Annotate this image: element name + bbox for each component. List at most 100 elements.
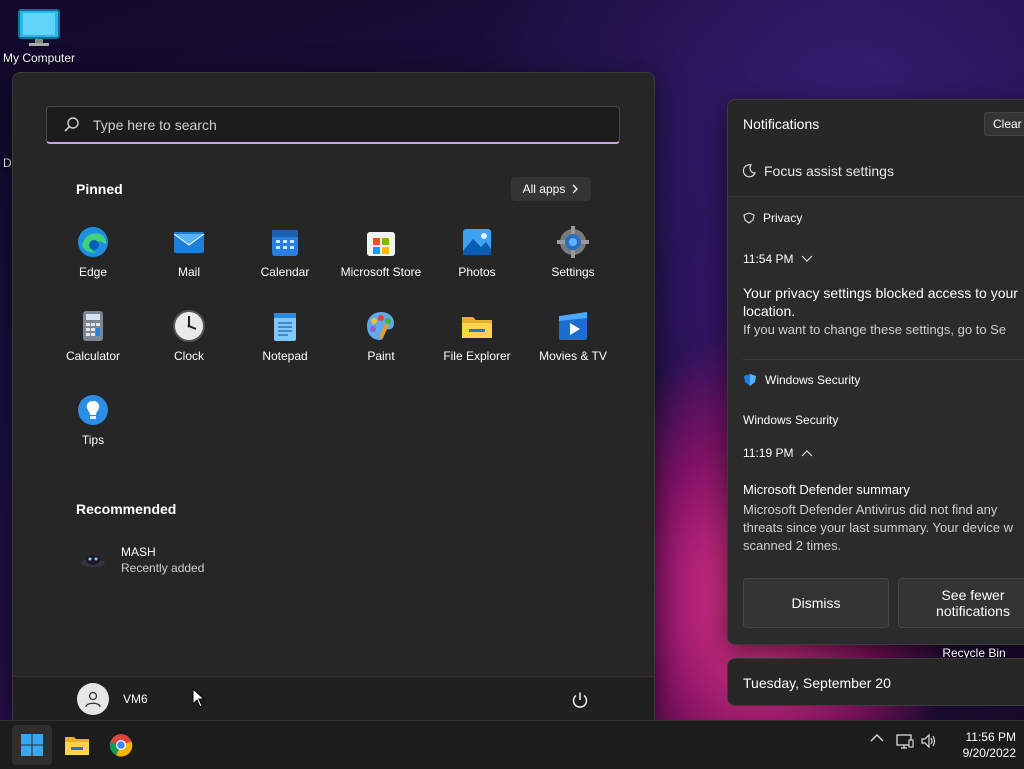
focus-assist-settings-link[interactable]: Focus assist settings — [742, 163, 894, 179]
app-label: Photos — [458, 265, 496, 279]
app-label: Clock — [173, 349, 204, 363]
see-fewer-notifications-button[interactable]: See fewer notifications — [898, 578, 1024, 628]
desktop-icon-my-computer[interactable]: My Computer — [0, 8, 78, 65]
clock-time: 11:56 PM — [965, 730, 1016, 744]
pinned-app-mail[interactable]: Mail — [141, 221, 237, 301]
mouse-cursor-icon — [192, 688, 206, 708]
clock-icon — [172, 309, 206, 343]
edge-icon — [76, 225, 110, 259]
taskbar-clock[interactable]: 11:56 PM 9/20/2022 — [944, 729, 1016, 761]
security-app-header: Windows Security — [743, 373, 860, 387]
chevron-up-icon — [870, 734, 884, 742]
store-icon — [364, 225, 398, 259]
show-hidden-icons-button[interactable] — [870, 733, 884, 743]
taskbar-chrome-button[interactable] — [101, 725, 141, 765]
notification-center: Notifications Clear a Focus assist setti… — [727, 99, 1024, 645]
start-menu: Pinned All apps Edge Mail Calendar — [12, 72, 655, 724]
notepad-icon — [268, 309, 302, 343]
privacy-heading-line2: location. — [743, 303, 796, 319]
notification-time: 11:54 PM — [743, 252, 794, 266]
start-button[interactable] — [12, 725, 52, 765]
chevron-right-icon — [572, 184, 579, 194]
privacy-app-name: Privacy — [763, 211, 803, 225]
search-icon — [64, 116, 79, 132]
security-group-label: Windows Security — [743, 413, 839, 427]
power-icon — [572, 692, 588, 708]
tips-icon — [76, 393, 110, 427]
divider — [743, 359, 1024, 360]
chevron-down-icon — [802, 255, 813, 262]
mash-app-icon — [81, 555, 105, 567]
user-account-button[interactable]: VM6 — [77, 683, 148, 715]
volume-button[interactable] — [920, 733, 938, 749]
privacy-app-header: Privacy — [743, 211, 802, 225]
app-label: File Explorer — [443, 349, 511, 363]
moon-icon — [742, 164, 756, 178]
security-group-title: Windows Security — [743, 413, 838, 427]
pinned-app-movies-tv[interactable]: Movies & TV — [525, 305, 621, 385]
notification-list: Privacy 11:54 PM Your privacy settings b… — [728, 196, 1024, 644]
focus-assist-label: Focus assist settings — [764, 163, 894, 179]
app-label: Settings — [551, 265, 595, 279]
security-time-row[interactable]: 11:19 PM — [743, 446, 813, 460]
pinned-app-settings[interactable]: Settings — [525, 221, 621, 301]
calculator-icon — [76, 309, 110, 343]
pinned-app-edge[interactable]: Edge — [45, 221, 141, 301]
folder-icon — [65, 737, 89, 755]
recommended-item-mash[interactable]: MASH Recently added — [79, 545, 204, 575]
privacy-body: If you want to change these settings, go… — [743, 322, 1007, 337]
see-fewer-label-line1: See fewer — [941, 587, 1005, 603]
dismiss-button[interactable]: Dismiss — [743, 578, 889, 628]
app-label: Calendar — [260, 265, 310, 279]
pinned-app-notepad[interactable]: Notepad — [237, 305, 333, 385]
pinned-app-paint[interactable]: Paint — [333, 305, 429, 385]
pinned-app-tips[interactable]: Tips — [45, 389, 141, 469]
movies-icon — [556, 309, 590, 343]
windows-security-shield-icon — [744, 374, 756, 386]
shield-outline-icon — [743, 212, 755, 224]
network-icon — [896, 734, 914, 749]
pinned-app-microsoft-store[interactable]: Microsoft Store — [333, 221, 429, 301]
search-input[interactable] — [91, 115, 619, 134]
pinned-title: Pinned — [76, 181, 123, 197]
search-box[interactable] — [46, 106, 620, 144]
app-label: Paint — [367, 349, 395, 363]
defender-heading: Microsoft Defender summary — [743, 482, 910, 497]
taskbar: 11:56 PM 9/20/2022 — [0, 720, 1024, 769]
settings-icon — [556, 225, 590, 259]
privacy-time-row[interactable]: 11:54 PM — [743, 252, 813, 266]
clock-date: 9/20/2022 — [962, 746, 1016, 760]
calendar-icon — [268, 225, 302, 259]
all-apps-button[interactable]: All apps — [511, 177, 591, 201]
pinned-app-calendar[interactable]: Calendar — [237, 221, 333, 301]
dismiss-label: Dismiss — [791, 595, 841, 611]
taskbar-file-explorer-button[interactable] — [57, 725, 97, 765]
power-button[interactable] — [571, 691, 589, 714]
calendar-date-label: Tuesday, September 20 — [743, 675, 891, 691]
user-icon — [85, 691, 101, 708]
chevron-up-icon — [802, 450, 813, 457]
pinned-app-photos[interactable]: Photos — [429, 221, 525, 301]
volume-icon — [921, 733, 936, 749]
app-label: Microsoft Store — [340, 265, 422, 279]
defender-body-line3: scanned 2 times. — [743, 538, 842, 553]
pinned-app-clock[interactable]: Clock — [141, 305, 237, 385]
app-label: Edge — [78, 265, 108, 279]
app-label: Calculator — [65, 349, 121, 363]
defender-body-line2: threats since your last summary. Your de… — [743, 520, 1013, 535]
app-label: Movies & TV — [539, 349, 607, 363]
see-fewer-label-line2: notifications — [936, 603, 1010, 619]
start-menu-footer: VM6 — [13, 676, 654, 723]
calendar-flyout-header[interactable]: Tuesday, September 20 — [727, 658, 1024, 706]
pinned-app-calculator[interactable]: Calculator — [45, 305, 141, 385]
recommended-title: Recommended — [76, 501, 177, 517]
desktop-icon-label: My Computer — [2, 51, 76, 65]
clear-all-button[interactable]: Clear a — [984, 112, 1024, 136]
user-name: VM6 — [123, 692, 148, 706]
pinned-app-file-explorer[interactable]: File Explorer — [429, 305, 525, 385]
mail-icon — [172, 225, 206, 259]
computer-icon — [18, 9, 60, 46]
folder-icon — [460, 309, 494, 343]
network-button[interactable] — [896, 733, 914, 749]
photos-icon — [460, 225, 494, 259]
